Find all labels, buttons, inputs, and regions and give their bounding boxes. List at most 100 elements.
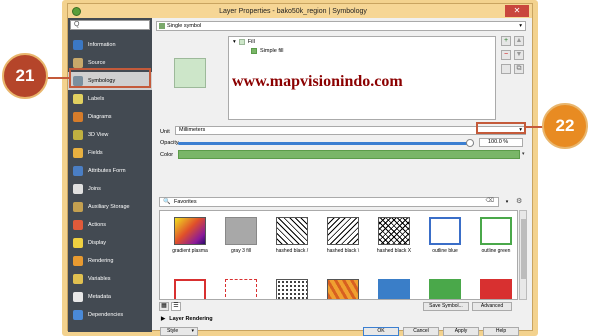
color-button[interactable] <box>178 150 520 159</box>
sidebar-item-fields[interactable]: Fields <box>68 144 152 162</box>
scrollbar-thumb[interactable] <box>521 219 526 279</box>
renderer-value: Single symbol <box>167 23 202 29</box>
sidebar-item-label: Metadata <box>88 294 111 300</box>
symbol-item[interactable]: hashed black \ <box>317 217 369 254</box>
symbol-item[interactable] <box>215 279 267 299</box>
sidebar-item-rendering[interactable]: Rendering <box>68 252 152 270</box>
layer-rendering-section[interactable]: ▶ Layer Rendering <box>161 316 213 322</box>
symbol-label: hashed black X <box>376 248 412 254</box>
sidebar-item-display[interactable]: Display <box>68 234 152 252</box>
symbol-item[interactable] <box>164 279 216 299</box>
advanced-button[interactable]: Advanced <box>472 302 512 311</box>
display-icon <box>73 238 83 248</box>
symbol-item[interactable] <box>317 279 369 299</box>
opacity-slider-fill <box>178 142 474 145</box>
color-dropdown-arrow[interactable]: ▾ <box>522 150 528 159</box>
tree-row-simple-fill[interactable]: Simple fill <box>251 48 284 54</box>
color-label: Color <box>160 152 174 158</box>
actions-icon <box>73 220 83 230</box>
tree-row-fill[interactable]: ▾ Fill <box>233 39 255 45</box>
sidebar-item-attributes-form[interactable]: Attributes Form <box>68 162 152 180</box>
attributes-form-icon <box>73 166 83 176</box>
symbol-item[interactable]: hashed black / <box>266 217 318 254</box>
sidebar-item-label: Joins <box>88 186 101 192</box>
add-layer-button[interactable]: + <box>501 36 511 46</box>
sidebar-item-label: Attributes Form <box>88 168 126 174</box>
qgis-icon <box>72 6 81 16</box>
3d-view-icon <box>73 130 83 140</box>
close-button[interactable]: ✕ <box>505 5 529 17</box>
clear-icon[interactable]: ⌫ <box>486 197 494 205</box>
symbol-item[interactable]: gray 3 fill <box>215 217 267 254</box>
style-manager-icon[interactable]: ⚙ <box>516 197 526 207</box>
help-button[interactable]: Help <box>483 327 519 336</box>
symbol-thumbnail <box>327 279 359 299</box>
layer-rendering-label: Layer Rendering <box>169 316 213 322</box>
apply-button[interactable]: Apply <box>443 327 479 336</box>
window-title: Layer Properties - bako50k_region | Symb… <box>219 7 367 15</box>
metadata-icon <box>73 292 83 302</box>
symbol-grid-scrollbar[interactable] <box>519 210 527 300</box>
move-up-button[interactable]: ▲ <box>514 36 524 46</box>
move-down-button[interactable]: ▼ <box>514 50 524 60</box>
symbol-item[interactable] <box>470 279 517 299</box>
symbol-item[interactable]: hashed black X <box>368 217 420 254</box>
sidebar-item-label: Actions <box>88 222 107 228</box>
symbol-preview <box>174 58 206 88</box>
opacity-spinbox[interactable]: 100.0 % <box>479 138 523 147</box>
sidebar-item-label: Fields <box>88 150 103 156</box>
unit-label: Unit <box>160 129 170 135</box>
opacity-highlight <box>476 122 526 134</box>
lock-icon[interactable] <box>501 64 511 74</box>
callout-badge-22: 22 <box>542 103 588 149</box>
opacity-slider[interactable] <box>178 139 474 147</box>
fill-swatch <box>238 39 245 45</box>
collapse-toggle-icon[interactable]: ▾ <box>233 39 236 45</box>
sidebar-item-label: Rendering <box>88 258 114 264</box>
sidebar-item-actions[interactable]: Actions <box>68 216 152 234</box>
single-symbol-icon <box>159 23 165 29</box>
style-button[interactable]: Style ▾ <box>160 327 198 336</box>
symbol-item[interactable] <box>368 279 420 299</box>
remove-layer-button[interactable]: − <box>501 50 511 60</box>
icon-view-button[interactable]: ▦ <box>159 302 169 311</box>
symbol-thumbnail <box>378 279 410 299</box>
save-symbol-button[interactable]: Save Symbol... <box>423 302 469 311</box>
list-view-button[interactable]: ☰ <box>171 302 181 311</box>
renderer-dropdown[interactable]: Single symbol ▾ <box>156 21 526 31</box>
symbol-label: outline green <box>481 248 511 254</box>
opacity-label: Opacity <box>160 140 179 146</box>
opacity-slider-handle[interactable] <box>466 139 474 147</box>
symbol-item[interactable] <box>419 279 471 299</box>
group-dropdown-arrow[interactable]: ▾ <box>502 197 512 207</box>
expand-icon: ▶ <box>161 316 166 322</box>
sidebar-item-dependencies[interactable]: Dependencies <box>68 306 152 324</box>
sidebar-item-auxiliary-storage[interactable]: Auxiliary Storage <box>68 198 152 216</box>
sidebar-search-input[interactable]: Q <box>70 20 150 30</box>
symbol-search-input[interactable]: 🔍 Favorites ⌫ <box>159 197 499 207</box>
search-value: Favorites <box>174 199 197 205</box>
sidebar-item-label: Display <box>88 240 107 246</box>
source-icon <box>73 58 83 68</box>
ok-button[interactable]: OK <box>363 327 399 336</box>
symbol-item[interactable]: outline blue <box>419 217 471 254</box>
symbol-item[interactable]: gradient plasma <box>164 217 216 254</box>
sidebar-item-variables[interactable]: Variables <box>68 270 152 288</box>
sidebar-item-joins[interactable]: Joins <box>68 180 152 198</box>
unit-dropdown[interactable]: Millimeters ▾ <box>175 126 526 135</box>
sidebar-item-information[interactable]: Information <box>68 36 152 54</box>
sidebar-item-diagrams[interactable]: Diagrams <box>68 108 152 126</box>
symbology-highlight <box>69 68 151 88</box>
symbology-panel: Single symbol ▾ ▾ Fill Simple fill www.m… <box>156 18 530 336</box>
cancel-button[interactable]: Cancel <box>403 327 439 336</box>
sidebar-item-metadata[interactable]: Metadata <box>68 288 152 306</box>
symbol-label: hashed black / <box>275 248 309 254</box>
information-icon <box>73 40 83 50</box>
symbol-item[interactable]: outline green <box>470 217 517 254</box>
sidebar-item-labels[interactable]: Labels <box>68 90 152 108</box>
sidebar-item-3d-view[interactable]: 3D View <box>68 126 152 144</box>
duplicate-layer-button[interactable]: ⧉ <box>514 64 524 74</box>
symbol-item[interactable] <box>266 279 318 299</box>
joins-icon <box>73 184 83 194</box>
sidebar-item-label: 3D View <box>88 132 109 138</box>
